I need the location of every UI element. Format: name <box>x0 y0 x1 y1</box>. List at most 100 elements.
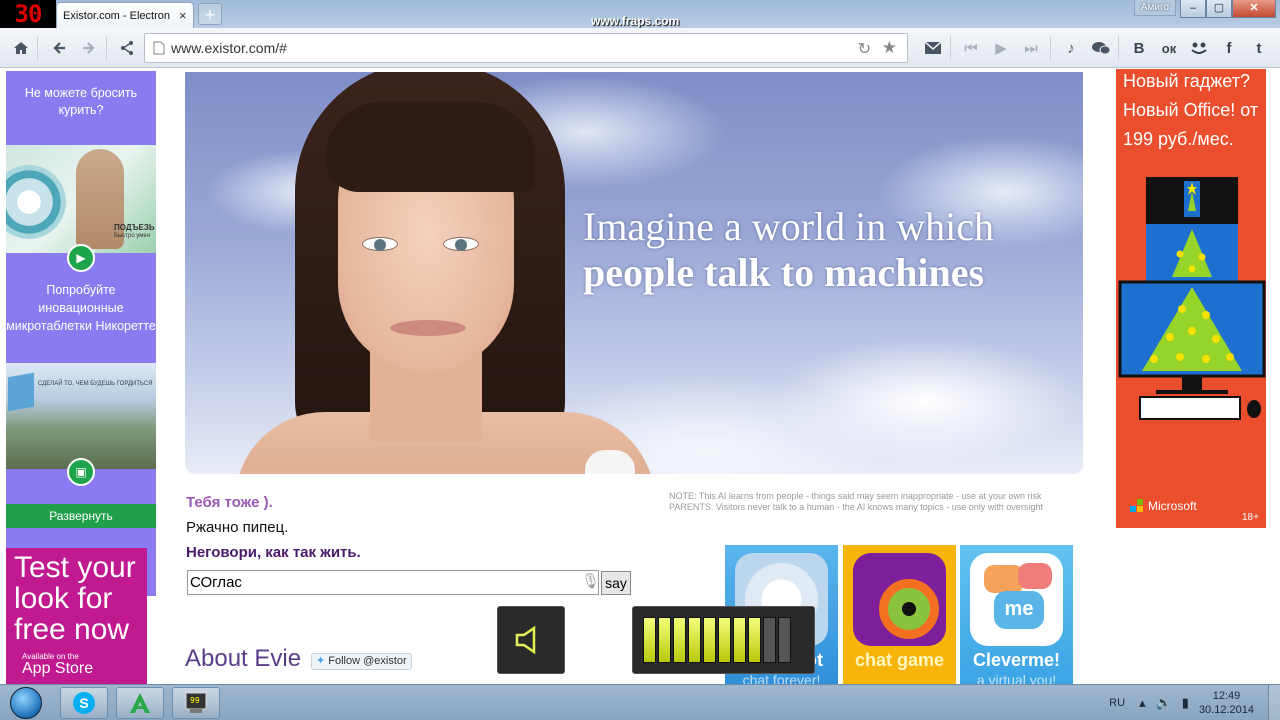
image-icon[interactable]: ▣ <box>67 458 95 486</box>
new-tab-button[interactable]: + <box>198 3 222 25</box>
ad-left-image2: СДЕЛАЙ ТО, ЧЕМ БУДЕШЬ ГОРДИТЬСЯ <box>6 363 156 469</box>
browser-toolbar: www.existor.com/# ↻ ★ ⏮ ▶ ⏭ ♪ В ок f t <box>0 28 1280 68</box>
media-next-icon[interactable]: ⏭ <box>1018 36 1044 60</box>
facebook-icon[interactable]: f <box>1216 36 1242 60</box>
note-line2: PARENTS: Visitors never talk to a human … <box>669 502 1043 512</box>
play-icon[interactable]: ▶ <box>67 244 95 272</box>
test-look-ad[interactable]: Test your look for free now Available on… <box>6 548 147 684</box>
tab-close-icon[interactable]: × <box>179 8 187 23</box>
reload-icon[interactable]: ↻ <box>858 39 871 59</box>
chat-message-evie: Тебя тоже ). <box>186 494 273 511</box>
clock[interactable]: 12:49 30.12.2014 <box>1199 689 1254 717</box>
profile-button[interactable]: Амиго <box>1133 0 1176 16</box>
tab-bar: 30 Existor.com - Electron × + www.fraps.… <box>0 0 1280 28</box>
volume-level-bar <box>632 606 815 674</box>
app-label: chat game <box>854 650 945 670</box>
chat-input[interactable] <box>187 570 599 595</box>
volume-tray-icon[interactable]: 🔈 <box>1156 695 1172 711</box>
vk-icon[interactable]: В <box>1126 36 1152 60</box>
ad-right-text: Новый гаджет? Новый Office! от 199 руб./… <box>1123 71 1259 149</box>
hero-headline: Imagine a world in which people talk to … <box>583 204 994 296</box>
chat-message-user: Ржачно пипец. <box>186 519 289 536</box>
chat-icon[interactable] <box>1088 36 1114 60</box>
follow-button[interactable]: ✦ Follow @existor <box>311 653 412 670</box>
ad-left-product-sub: Быстро умен <box>114 233 151 239</box>
media-play-icon[interactable]: ▶ <box>988 36 1014 60</box>
tray-arrow-icon[interactable]: ▴ <box>1139 695 1146 711</box>
cleverme-icon: me <box>970 553 1063 646</box>
alien-eye-icon <box>853 553 946 646</box>
language-indicator[interactable]: RU <box>1109 697 1125 709</box>
volume-segment <box>703 617 716 663</box>
page-content: Не можете бросить курить? ПОДЪЕЗЬ Быстро… <box>0 69 1280 685</box>
note-line1: NOTE: This AI learns from people - thing… <box>669 491 1042 501</box>
app-tile-cleverme[interactable]: me Cleverme! a virtual you! <box>960 545 1073 685</box>
window-controls: Амиго – ▢ ✕ <box>1133 0 1276 18</box>
app-store-badge[interactable]: Available on the App Store <box>16 652 93 677</box>
twitter-bird-icon: ✦ <box>316 655 326 667</box>
app-store-text: App Store <box>22 660 94 677</box>
maximize-button[interactable]: ▢ <box>1206 0 1232 18</box>
microphone-icon[interactable]: 🎙 <box>581 572 600 590</box>
system-tray: RU ▴ 🔈 ▮ 12:49 30.12.2014 <box>1109 685 1280 720</box>
ad-left-image1: ПОДЪЕЗЬ Быстро умен <box>6 145 156 253</box>
volume-segment <box>778 617 791 663</box>
volume-segment <box>763 617 776 663</box>
volume-segment <box>658 617 671 663</box>
hero-line1: Imagine a world in which <box>583 204 994 249</box>
clock-date: 30.12.2014 <box>1198 704 1254 716</box>
microsoft-label: Microsoft <box>1148 499 1197 513</box>
ad-left-text1: Не можете бросить курить? <box>24 86 138 117</box>
disclaimer-note: NOTE: This AI learns from people - thing… <box>669 491 1077 513</box>
nicorette-ad[interactable]: Не можете бросить курить? ПОДЪЕЗЬ Быстро… <box>6 71 156 596</box>
evie-hero-image: Imagine a world in which people talk to … <box>185 72 1083 474</box>
bookmark-star-icon[interactable]: ★ <box>882 38 897 58</box>
microsoft-logo: Microsoft <box>1130 499 1197 513</box>
odnoklassniki-icon[interactable]: ок <box>1156 36 1182 60</box>
media-prev-icon[interactable]: ⏮ <box>958 36 984 60</box>
age-rating: 18+ <box>1242 512 1259 523</box>
url-text[interactable]: www.existor.com/# <box>171 40 287 56</box>
volume-segment <box>733 617 746 663</box>
about-evie-heading: About Evie <box>185 645 302 672</box>
home-icon[interactable] <box>8 36 34 60</box>
address-bar[interactable]: www.existor.com/# ↻ ★ <box>144 33 908 63</box>
taskbar-amigo[interactable] <box>116 687 164 719</box>
ad-left-product-tag: ПОДЪЕЗЬ <box>114 223 155 232</box>
forward-icon[interactable] <box>76 36 102 60</box>
music-icon[interactable]: ♪ <box>1058 36 1084 60</box>
fps-counter: 30 <box>0 0 56 28</box>
tab-existor[interactable]: Existor.com - Electron × <box>56 2 194 28</box>
mail-icon[interactable] <box>920 36 946 60</box>
svg-text:99: 99 <box>190 696 200 705</box>
volume-segment <box>688 617 701 663</box>
hero-line2: people talk to machines <box>583 250 985 295</box>
app-tile-chat-game[interactable]: chat game <box>843 545 956 685</box>
taskbar-skype[interactable]: S <box>60 687 108 719</box>
volume-segment <box>748 617 761 663</box>
taskbar-fraps[interactable]: 99 <box>172 687 220 719</box>
volume-segment <box>718 617 731 663</box>
minimize-button[interactable]: – <box>1180 0 1206 18</box>
follow-label: Follow @existor <box>328 655 407 667</box>
back-icon[interactable] <box>46 36 72 60</box>
windows-taskbar: S 99 RU ▴ 🔈 ▮ 12:49 30.12.2014 <box>0 684 1280 720</box>
close-window-button[interactable]: ✕ <box>1232 0 1276 18</box>
moimir-icon[interactable] <box>1186 36 1212 60</box>
page-icon <box>153 41 165 55</box>
twitter-icon[interactable]: t <box>1246 36 1272 60</box>
fraps-watermark: www.fraps.com <box>591 14 680 28</box>
chat-message-evie-2: Неговори, как так жить. <box>186 544 361 561</box>
svg-text:S: S <box>79 695 88 711</box>
say-button[interactable]: say <box>601 571 631 595</box>
network-icon[interactable]: ▮ <box>1182 695 1189 711</box>
show-desktop-button[interactable] <box>1268 685 1280 720</box>
expand-button[interactable]: Развернуть <box>6 504 156 528</box>
start-button[interactable] <box>4 686 48 720</box>
ad-left-banner-small: СДЕЛАЙ ТО, ЧЕМ БУДЕШЬ ГОРДИТЬСЯ <box>38 381 153 387</box>
ad-left-text2: Попробуйте иновационные микротаблетки Ни… <box>6 283 156 333</box>
microsoft-icon <box>1130 499 1144 513</box>
office-ad[interactable]: Новый гаджет? Новый Office! от 199 руб./… <box>1116 69 1266 528</box>
speaker-icon <box>497 606 565 674</box>
share-icon[interactable] <box>114 36 140 60</box>
